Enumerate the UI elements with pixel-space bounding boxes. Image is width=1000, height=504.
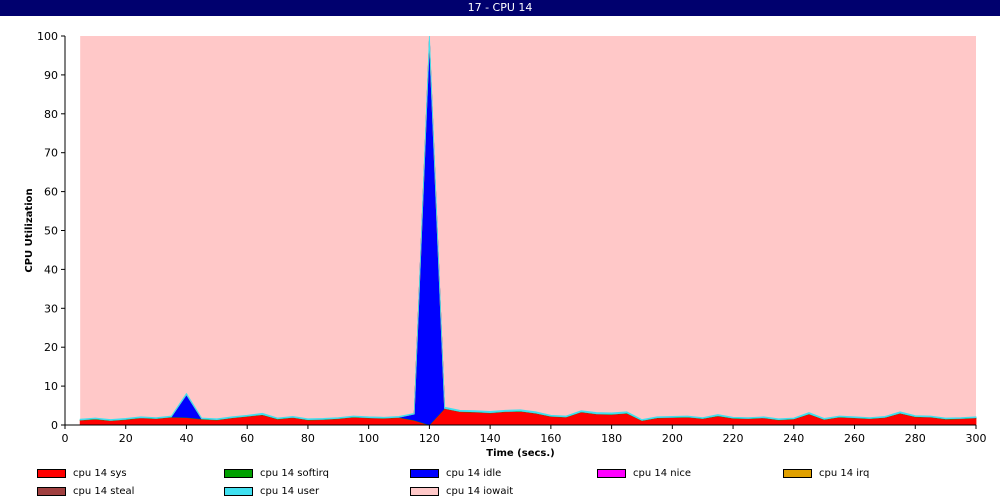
legend-label-nice: cpu 14 nice: [633, 468, 692, 479]
cpu-utilization-chart: 0 20 40 60 80 100 120 140 160 180 200 220 240 260 280 3…: [24, 30, 987, 459]
x-tick-label: 300: [966, 432, 987, 445]
legend-swatch-idle: [410, 469, 439, 478]
legend-swatch-sys: [37, 469, 66, 478]
y-tick-label: 0: [51, 419, 58, 432]
legend-label-irq: cpu 14 irq: [819, 468, 870, 479]
x-tick-label: 140: [480, 432, 501, 445]
legend-swatch-user: [224, 487, 253, 496]
legend-swatch-softirq: [224, 469, 253, 478]
x-axis-label: Time (secs.): [486, 448, 555, 459]
y-tick-label: 50: [44, 225, 58, 238]
y-tick-label: 60: [44, 186, 58, 199]
legend-swatch-steal: [37, 487, 66, 496]
legend-label-steal: cpu 14 steal: [73, 486, 135, 497]
x-tick-label: 40: [179, 432, 193, 445]
y-tick-label: 70: [44, 147, 58, 160]
legend-label-sys: cpu 14 sys: [73, 468, 127, 479]
x-tick-label: 20: [119, 432, 133, 445]
x-tick-label: 220: [723, 432, 744, 445]
y-tick-label: 30: [44, 302, 58, 315]
x-tick-label: 260: [844, 432, 865, 445]
y-tick-label: 10: [44, 380, 58, 393]
x-tick-label: 240: [783, 432, 804, 445]
legend-label-iowait: cpu 14 iowait: [446, 486, 514, 497]
series-area-iowait: [80, 36, 976, 420]
chart-legend: cpu 14 sys cpu 14 softirq cpu 14 idle cp…: [0, 460, 1000, 504]
legend-swatch-iowait: [410, 487, 439, 496]
y-axis-label: CPU Utilization: [24, 188, 35, 272]
y-tick-label: 20: [44, 341, 58, 354]
x-tick-label: 160: [540, 432, 561, 445]
legend-swatch-irq: [783, 469, 812, 478]
x-tick-label: 100: [358, 432, 379, 445]
y-tick-label: 40: [44, 263, 58, 276]
x-tick-label: 60: [240, 432, 254, 445]
x-tick-label: 180: [601, 432, 622, 445]
y-tick-label: 90: [44, 69, 58, 82]
x-tick-label: 200: [662, 432, 683, 445]
y-tick-label: 100: [37, 30, 58, 43]
legend-swatch-nice: [597, 469, 626, 478]
legend-label-softirq: cpu 14 softirq: [260, 468, 329, 479]
y-tick-label: 80: [44, 108, 58, 121]
x-tick-label: 280: [905, 432, 926, 445]
legend-label-idle: cpu 14 idle: [446, 468, 502, 479]
window-title: 17 - CPU 14: [0, 0, 1000, 16]
stacked-area-series: [79, 35, 977, 426]
x-tick-label: 0: [62, 432, 69, 445]
legend-label-user: cpu 14 user: [260, 486, 320, 497]
x-tick-label: 120: [419, 432, 440, 445]
x-tick-label: 80: [301, 432, 315, 445]
